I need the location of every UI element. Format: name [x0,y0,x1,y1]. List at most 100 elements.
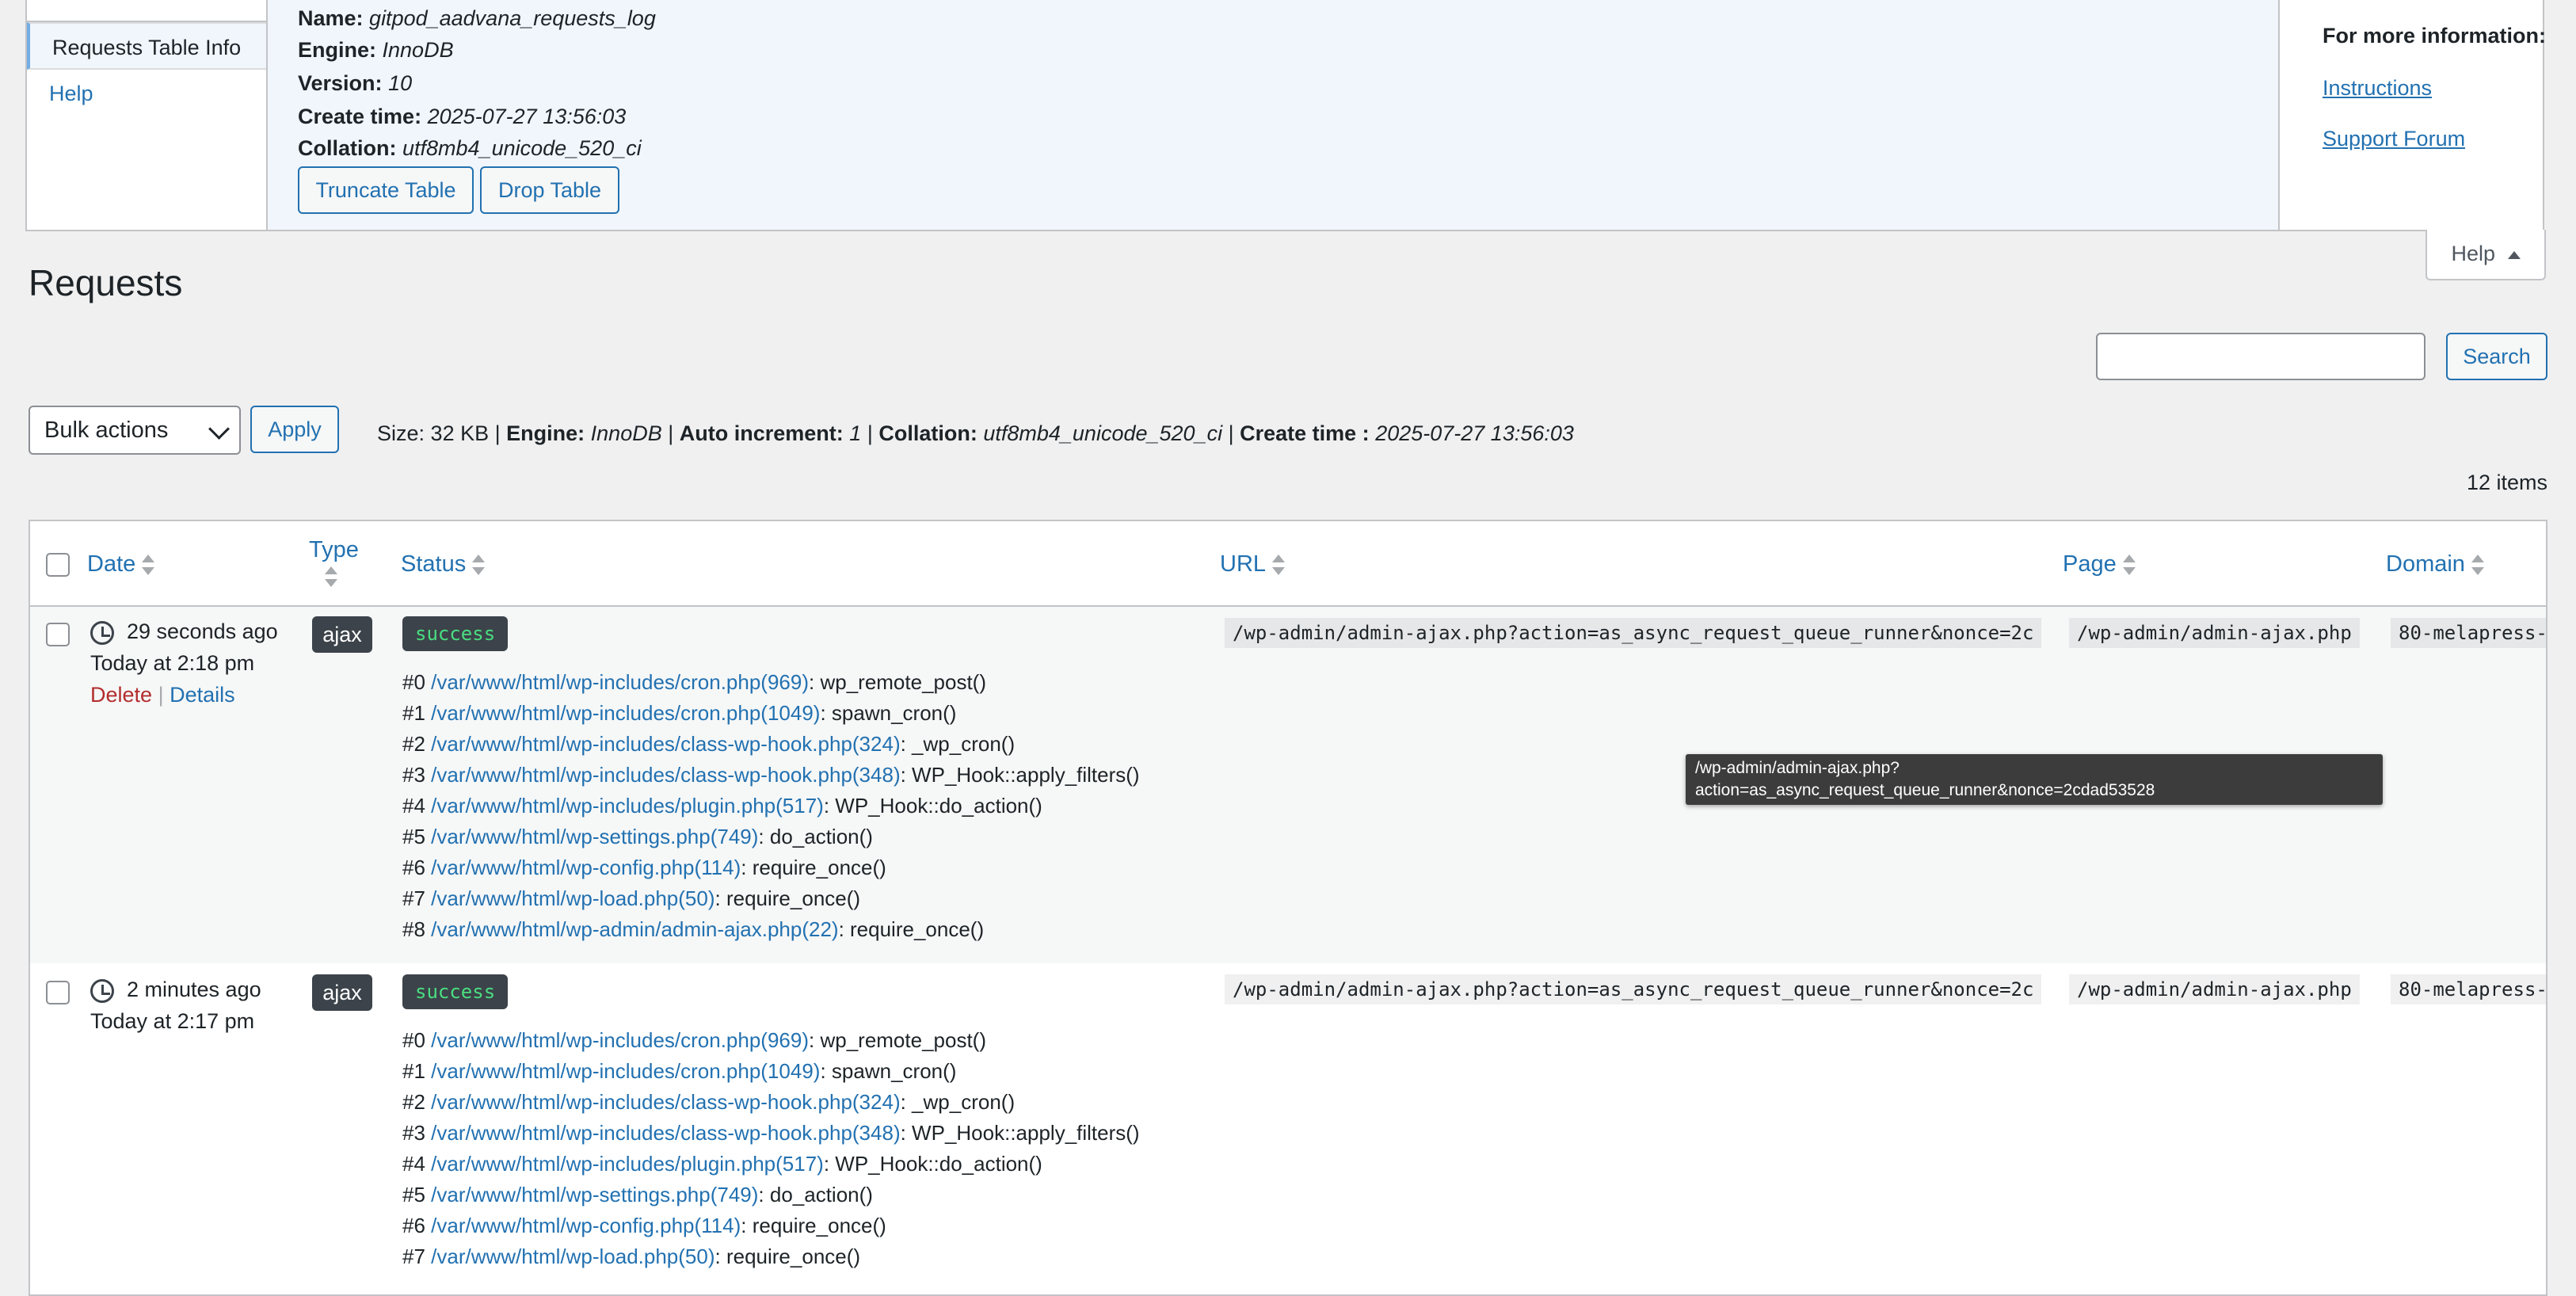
bulk-actions-select[interactable]: Bulk actions [29,406,241,455]
column-status[interactable]: Status [401,551,486,577]
trace-function: : require_once() [714,886,861,910]
trace-file-link[interactable]: /var/www/html/wp-includes/class-wp-hook.… [431,763,900,787]
help-toggle-button[interactable]: Help [2425,230,2546,280]
search-button[interactable]: Search [2446,333,2547,380]
trace-file-link[interactable]: /var/www/html/wp-load.php(50) [431,1245,714,1268]
row-actions-separator: | [158,683,164,707]
info-engine: Engine: InnoDB [298,38,454,62]
details-link[interactable]: Details [170,683,235,707]
trace-file-link[interactable]: /var/www/html/wp-includes/class-wp-hook.… [431,1090,900,1114]
more-info-heading: For more information: [2323,24,2546,48]
trace-file-link[interactable]: /var/www/html/wp-includes/class-wp-hook.… [431,732,900,756]
trace-file-link[interactable]: /var/www/html/wp-includes/cron.php(1049) [431,701,820,725]
truncate-table-button[interactable]: Truncate Table [298,166,474,214]
trace-index: #2 [402,732,425,756]
trace-line: #6 /var/www/html/wp-config.php(114): req… [402,1210,1140,1241]
trace-index: #0 [402,670,425,694]
apply-button[interactable]: Apply [250,406,339,453]
trace-function: : wp_remote_post() [809,1028,986,1052]
trace-file-link[interactable]: /var/www/html/wp-settings.php(749) [431,825,758,848]
url-tooltip: /wp-admin/admin-ajax.php? action=as_asyn… [1686,754,2383,805]
clock-icon [90,621,114,645]
type-badge: ajax [312,616,372,653]
trace-file-link[interactable]: /var/www/html/wp-settings.php(749) [431,1183,758,1206]
row-checkbox[interactable] [46,623,70,646]
timestamp: Today at 2:18 pm [90,651,255,675]
info-name: Name: gitpod_aadvana_requests_log [298,6,656,30]
trace-line: #8 /var/www/html/wp-admin/admin-ajax.php… [402,914,1140,945]
trace-index: #4 [402,1152,425,1176]
info-collation: Collation: utf8mb4_unicode_520_ci [298,136,642,160]
trace-index: #4 [402,794,425,818]
trace-index: #3 [402,763,425,787]
trace-index: #7 [402,1245,425,1268]
help-toggle-label: Help [2451,242,2495,265]
trace-index: #7 [402,886,425,910]
trace-line: #0 /var/www/html/wp-includes/cron.php(96… [402,667,1140,698]
url-code: /wp-admin/admin-ajax.php?action=as_async… [1225,618,2042,648]
help-tabs: Requests Table Info Help [27,0,266,230]
stack-trace: #0 /var/www/html/wp-includes/cron.php(96… [402,667,1140,945]
trace-index: #6 [402,1214,425,1237]
column-type[interactable]: Type [309,537,359,589]
table-header: Date Type Status URL Page Domain [30,521,2546,607]
help-tab-stub [27,0,266,22]
trace-function: : require_once() [714,1245,861,1268]
search-input[interactable] [2096,333,2425,380]
trace-line: #4 /var/www/html/wp-includes/plugin.php(… [402,791,1140,821]
trace-file-link[interactable]: /var/www/html/wp-includes/cron.php(969) [431,670,809,694]
trace-file-link[interactable]: /var/www/html/wp-includes/cron.php(1049) [431,1059,820,1083]
trace-file-link[interactable]: /var/www/html/wp-load.php(50) [431,886,714,910]
info-version: Version: 10 [298,71,413,95]
column-url[interactable]: URL [1220,551,1286,577]
trace-file-link[interactable]: /var/www/html/wp-admin/admin-ajax.php(22… [431,917,838,941]
trace-line: #1 /var/www/html/wp-includes/cron.php(10… [402,1056,1140,1087]
column-page[interactable]: Page [2063,551,2136,577]
instructions-link[interactable]: Instructions [2323,76,2432,101]
trace-index: #8 [402,917,425,941]
select-all-checkbox[interactable] [46,553,70,577]
trace-line: #2 /var/www/html/wp-includes/class-wp-ho… [402,729,1140,760]
chevron-down-icon [208,418,230,440]
trace-function: : WP_Hook::apply_filters() [900,1121,1140,1145]
trace-line: #3 /var/www/html/wp-includes/class-wp-ho… [402,760,1140,791]
trace-function: : wp_remote_post() [809,670,986,694]
sort-icon [142,553,155,577]
page-title: Requests [29,262,183,303]
trace-file-link[interactable]: /var/www/html/wp-includes/plugin.php(517… [431,794,824,818]
trace-file-link[interactable]: /var/www/html/wp-config.php(114) [431,856,741,879]
trace-file-link[interactable]: /var/www/html/wp-config.php(114) [431,1214,741,1237]
caret-up-icon [2507,250,2521,259]
url-code: /wp-admin/admin-ajax.php?action=as_async… [1225,974,2042,1004]
trace-index: #1 [402,701,425,725]
trace-line: #4 /var/www/html/wp-includes/plugin.php(… [402,1149,1140,1180]
trace-index: #5 [402,825,425,848]
trace-line: #1 /var/www/html/wp-includes/cron.php(10… [402,698,1140,729]
trace-line: #3 /var/www/html/wp-includes/class-wp-ho… [402,1118,1140,1149]
row-actions: Delete | Details [90,683,235,707]
stack-trace: #0 /var/www/html/wp-includes/cron.php(96… [402,1025,1140,1272]
support-forum-link[interactable]: Support Forum [2323,127,2465,151]
trace-function: : _wp_cron() [900,1090,1016,1114]
delete-link[interactable]: Delete [90,683,152,707]
trace-function: : spawn_cron() [820,701,957,725]
column-domain[interactable]: Domain [2386,551,2484,577]
column-date[interactable]: Date [87,551,155,577]
trace-line: #0 /var/www/html/wp-includes/cron.php(96… [402,1025,1140,1056]
status-badge: success [402,974,509,1009]
tab-requests-table-info[interactable]: Requests Table Info [27,22,266,70]
requests-table: Date Type Status URL Page Domain 29 seco… [29,520,2547,1296]
trace-file-link[interactable]: /var/www/html/wp-includes/plugin.php(517… [431,1152,824,1176]
trace-line: #6 /var/www/html/wp-config.php(114): req… [402,852,1140,883]
trace-index: #3 [402,1121,425,1145]
drop-table-button[interactable]: Drop Table [480,166,619,214]
trace-index: #1 [402,1059,425,1083]
sort-icon [1272,553,1286,577]
trace-function: : do_action() [758,825,873,848]
trace-file-link[interactable]: /var/www/html/wp-includes/class-wp-hook.… [431,1121,900,1145]
clock-icon [90,979,114,1003]
trace-file-link[interactable]: /var/www/html/wp-includes/cron.php(969) [431,1028,809,1052]
tab-help[interactable]: Help [27,70,266,117]
status-badge: success [402,616,509,651]
row-checkbox[interactable] [46,981,70,1004]
